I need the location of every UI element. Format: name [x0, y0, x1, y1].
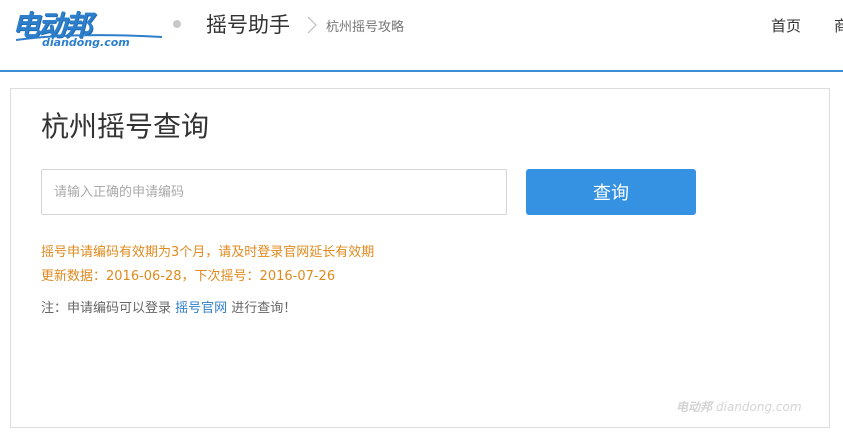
validity-notice: 摇号申请编码有效期为3个月，请及时登录官网延长有效期 — [41, 245, 375, 260]
page-title: 杭州摇号查询 — [41, 110, 210, 143]
application-code-input[interactable] — [41, 169, 507, 215]
nav-next-link[interactable]: 商 — [834, 15, 843, 36]
nav-home-link[interactable]: 首页 — [771, 15, 801, 36]
query-button[interactable]: 查询 — [526, 169, 696, 215]
logo-domain: diandong.com — [42, 36, 130, 49]
query-panel: 杭州摇号查询 查询 摇号申请编码有效期为3个月，请及时登录官网延长有效期 更新数… — [10, 88, 830, 428]
site-header: 电动邦 diandong.com 摇号助手 杭州摇号攻略 首页 商 — [0, 0, 843, 72]
footnote-suffix: 进行查询！ — [227, 301, 297, 316]
footnote: 注：申请编码可以登录 摇号官网 进行查询！ — [41, 297, 296, 316]
site-logo[interactable]: 电动邦 diandong.com — [12, 4, 163, 54]
separator-dot-icon — [173, 20, 181, 28]
update-dates-notice: 更新数据：2016-06-28，下次摇号：2016-07-26 — [41, 269, 336, 284]
watermark-domain: diandong.com — [716, 400, 802, 414]
official-site-link[interactable]: 摇号官网 — [175, 301, 227, 316]
section-title: 摇号助手 — [206, 13, 290, 37]
breadcrumb-chevron-icon — [307, 16, 317, 34]
footnote-prefix: 注：申请编码可以登录 — [41, 301, 176, 316]
watermark-text: 电动邦 — [676, 400, 713, 414]
watermark: 电动邦 diandong.com — [676, 398, 802, 415]
breadcrumb-link-guide[interactable]: 杭州摇号攻略 — [326, 16, 404, 35]
